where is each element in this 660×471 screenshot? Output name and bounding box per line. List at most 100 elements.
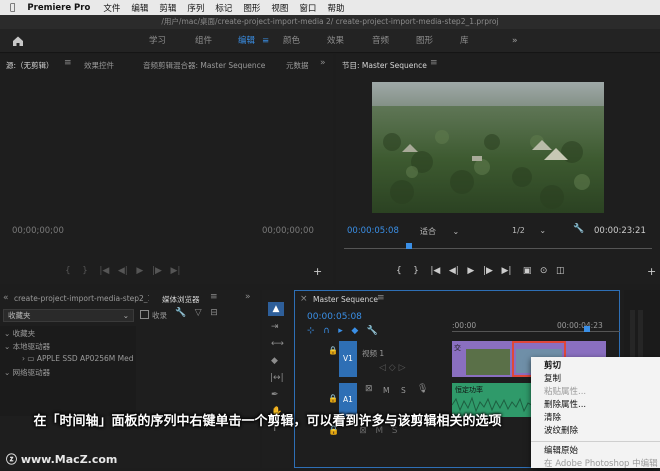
- tools-panel: ▲ ⇥ ⟷ ◆ |↔| ✒ ✋ T: [262, 290, 290, 468]
- pen-tool-icon[interactable]: ✒: [271, 391, 279, 400]
- ingest-label: 收录: [152, 311, 167, 320]
- menu-clip[interactable]: 剪辑: [159, 2, 176, 14]
- selection-tool-icon[interactable]: ▲: [268, 302, 284, 316]
- workspace-libraries[interactable]: 库: [460, 29, 469, 53]
- program-menu-icon[interactable]: ≡: [430, 59, 438, 68]
- watermark: ⓩ www.MacZ.com: [6, 453, 118, 466]
- workspace-assembly[interactable]: 组件: [195, 29, 212, 53]
- fit-dropdown[interactable]: 适合 ⌄: [420, 226, 470, 237]
- workspace-color[interactable]: 颜色: [283, 29, 300, 53]
- a1-sync-icon[interactable]: ⊠: [365, 385, 373, 394]
- ctx-paste-attributes: 粘贴属性...: [544, 387, 587, 397]
- program-timecode-current[interactable]: 00:00:05:08: [347, 226, 399, 236]
- workspace-graphics[interactable]: 图形: [416, 29, 433, 53]
- menu-help[interactable]: 帮助: [327, 2, 344, 14]
- menu-view[interactable]: 视图: [271, 2, 288, 14]
- tree-favorites[interactable]: ⌄ 收藏夹: [4, 328, 35, 339]
- tab-project[interactable]: create-project-import-media-step2_1: [14, 294, 149, 303]
- program-add-button[interactable]: +: [647, 266, 656, 277]
- workspace-learn[interactable]: 学习: [149, 29, 166, 53]
- ctx-clear[interactable]: 清除: [531, 412, 660, 425]
- tree-local-drives[interactable]: ⌄ 本地驱动器: [4, 341, 50, 352]
- ctx-remove-attributes[interactable]: 删除属性...: [531, 399, 660, 412]
- tree-drive-ssd[interactable]: › ▭ APPLE SSD AP0256M Med: [22, 354, 136, 363]
- panel-overflow-icon[interactable]: »: [320, 59, 326, 68]
- timeline-menu-icon[interactable]: ≡: [377, 294, 385, 303]
- audio-transition-label: 恒定功率: [455, 386, 483, 394]
- home-icon[interactable]: [11, 34, 25, 48]
- a1-mute-button[interactable]: M: [383, 386, 389, 395]
- tab-master-sequence[interactable]: Master Sequence: [313, 295, 378, 304]
- tab-metadata[interactable]: 元数据: [286, 60, 316, 71]
- workspace-audio[interactable]: 音频: [372, 29, 389, 53]
- tutorial-caption: 在「时间轴」面板的序列中右键单击一个剪辑，可以看到许多与该剪辑相关的选项: [33, 414, 502, 429]
- menu-bar:  Premiere Pro 文件 编辑 剪辑 序列 标记 图形 视图 窗口 帮…: [0, 0, 660, 15]
- program-video-frame: [372, 82, 604, 213]
- ripple-edit-tool-icon[interactable]: ⟷: [271, 340, 284, 349]
- resolution-dropdown[interactable]: 1/2 ⌄: [512, 226, 552, 235]
- project-overflow-icon[interactable]: «: [3, 294, 9, 303]
- ctx-edit-in-photoshop: 在 Adobe Photoshop 中编辑: [544, 459, 658, 469]
- v1-lock-icon[interactable]: 🔒: [328, 347, 338, 355]
- timeline-toolbar-icons[interactable]: ⊹ ∩ ▸ ◆ 🔧: [307, 327, 378, 336]
- program-scrub-bar[interactable]: [344, 248, 652, 249]
- menu-file[interactable]: 文件: [103, 2, 120, 14]
- apple-icon[interactable]: : [10, 3, 15, 13]
- video-clip-1[interactable]: 交: [452, 341, 512, 377]
- tab-audio-clip-mixer[interactable]: 音频剪辑混合器: Master Sequence: [143, 60, 265, 71]
- tree-network-drives[interactable]: ⌄ 网络驱动器: [4, 367, 50, 378]
- program-timecode-duration: 00:00:23:21: [594, 226, 646, 236]
- context-menu: 剪切 复制 粘贴属性... 删除属性... 清除 波纹删除 编辑原始 在 Ado…: [531, 357, 660, 469]
- jungle-aerial-image: [372, 82, 604, 213]
- media-browser-menu-icon[interactable]: ≡: [210, 293, 218, 302]
- track-v1-name: 视频 1: [362, 349, 385, 358]
- timeline-close-icon[interactable]: ×: [300, 295, 308, 304]
- ctx-ripple-delete[interactable]: 波纹删除: [531, 425, 660, 438]
- favorites-dropdown[interactable]: 收藏夹 ⌄: [3, 309, 134, 322]
- a1-lock-icon[interactable]: 🔒: [328, 395, 338, 403]
- panel-menu-icon[interactable]: ≡: [64, 59, 72, 68]
- slip-tool-icon[interactable]: |↔|: [270, 374, 284, 383]
- program-transport-icons[interactable]: { } |◀ ◀| ▶ |▶ ▶| ▣ ⊙ ◫: [396, 267, 565, 276]
- project-more-icon[interactable]: »: [245, 293, 251, 302]
- tab-program[interactable]: 节目: Master Sequence: [342, 60, 427, 71]
- source-transport-icons[interactable]: { } |◀ ◀| ▶ |▶ ▶|: [65, 267, 180, 276]
- timeline-timecode[interactable]: 00:00:05:08: [307, 312, 362, 322]
- tab-source[interactable]: 源:（无剪辑）: [6, 60, 54, 71]
- v1-keyframe-icons[interactable]: ◁ ◇ ▷: [379, 364, 406, 373]
- workspace-menu-icon[interactable]: ≡: [262, 29, 269, 53]
- menu-graphics[interactable]: 图形: [243, 2, 260, 14]
- menu-marker[interactable]: 标记: [215, 2, 232, 14]
- menu-sequence[interactable]: 序列: [187, 2, 204, 14]
- program-playhead[interactable]: [406, 243, 412, 249]
- favorites-label: 收藏夹: [8, 311, 31, 320]
- app-menu[interactable]: Premiere Pro: [27, 3, 90, 13]
- timeline-ruler[interactable]: [452, 331, 620, 332]
- fit-label: 适合: [420, 227, 436, 236]
- program-panel: 节目: Master Sequence ≡ 00:00:05:08 适合 ⌄ 1…: [336, 54, 660, 284]
- menu-edit[interactable]: 编辑: [131, 2, 148, 14]
- workspace-overflow-icon[interactable]: »: [512, 29, 518, 53]
- a1-mic-icon[interactable]: 🎙: [417, 385, 428, 394]
- ingest-checkbox[interactable]: [140, 310, 149, 319]
- source-panel: 源:（无剪辑） ≡ 效果控件 音频剪辑混合器: Master Sequence …: [0, 54, 333, 284]
- resolution-label: 1/2: [512, 226, 525, 235]
- track-v1-target[interactable]: V1: [339, 341, 357, 377]
- source-timecode-left[interactable]: 00;00;00;00: [12, 226, 64, 236]
- workspace-effects[interactable]: 效果: [327, 29, 344, 53]
- timeline-playhead[interactable]: [584, 326, 590, 332]
- ctx-edit-original[interactable]: 编辑原始: [531, 445, 660, 458]
- track-select-tool-icon[interactable]: ⇥: [271, 323, 279, 332]
- wrench-icon[interactable]: 🔧: [573, 225, 584, 234]
- tab-effect-controls[interactable]: 效果控件: [84, 60, 114, 71]
- razor-tool-icon[interactable]: ◆: [271, 357, 278, 366]
- ctx-copy[interactable]: 复制: [531, 373, 660, 386]
- menu-window[interactable]: 窗口: [299, 2, 316, 14]
- source-add-button[interactable]: +: [313, 266, 322, 277]
- ctx-cut[interactable]: 剪切: [531, 360, 660, 373]
- ingest-settings-icon[interactable]: 🔧 ▽ ⊟: [175, 309, 218, 318]
- workspace-editing[interactable]: 编辑: [238, 29, 255, 53]
- tab-media-browser[interactable]: 媒体浏览器: [162, 294, 200, 305]
- a1-solo-button[interactable]: S: [401, 386, 406, 395]
- ruler-mark: 00:00:04:23: [557, 321, 603, 330]
